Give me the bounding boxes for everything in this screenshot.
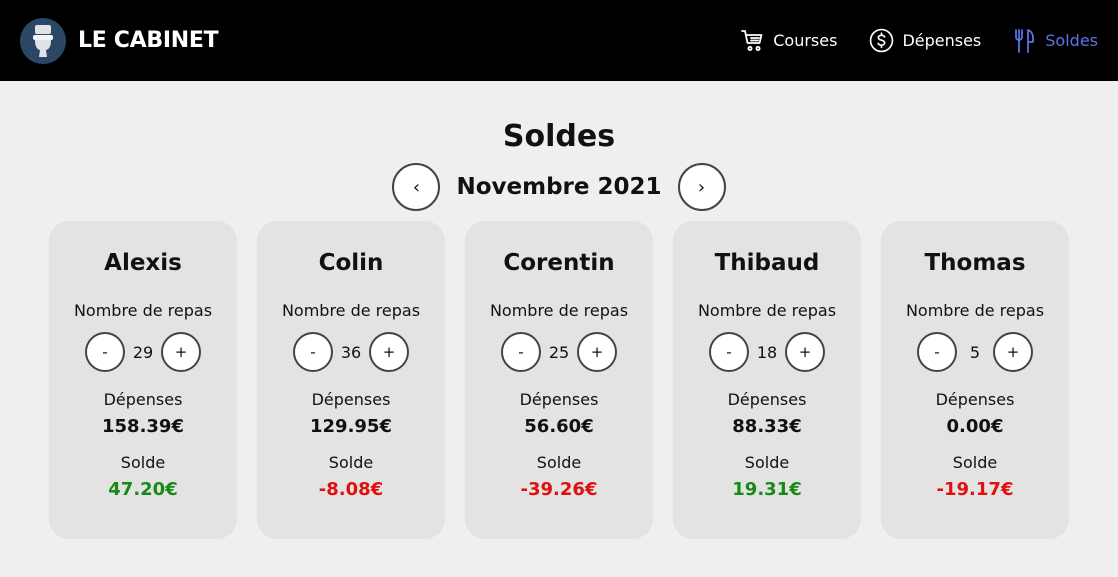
member-card: Corentin Nombre de repas - 25 + Dépenses… <box>465 221 653 539</box>
main-nav: Courses Dépenses Soldes <box>709 28 1098 54</box>
decrement-button[interactable]: - <box>917 332 957 372</box>
nav-depenses-label: Dépenses <box>902 31 982 50</box>
meals-count: 29 <box>132 342 154 362</box>
shopping-cart-icon <box>741 29 763 51</box>
month-label: Novembre 2021 <box>456 174 662 200</box>
meals-stepper: - 25 + <box>465 332 653 372</box>
expenses-label: Dépenses <box>727 390 807 409</box>
expenses-label: Dépenses <box>311 390 391 409</box>
member-name: Thibaud <box>714 250 820 276</box>
expenses-amount: 129.95€ <box>310 416 392 437</box>
expenses-label: Dépenses <box>935 390 1015 409</box>
chevron-left-icon: ‹ <box>412 176 421 198</box>
page-title: Soldes <box>502 119 616 154</box>
prev-month-button[interactable]: ‹ <box>392 163 441 211</box>
toilet-icon <box>20 17 66 64</box>
increment-button[interactable]: + <box>369 332 409 372</box>
balance-label: Solde <box>744 453 790 472</box>
main-content: Soldes ‹ Novembre 2021 › Alexis Nombre d… <box>0 119 1118 539</box>
decrement-button[interactable]: - <box>501 332 541 372</box>
meals-label: Nombre de repas <box>281 301 421 320</box>
nav-depenses[interactable]: Dépenses <box>869 28 981 53</box>
meals-count: 36 <box>340 342 362 362</box>
balance-label: Solde <box>328 453 374 472</box>
balance-amount: -8.08€ <box>318 479 384 500</box>
balance-label: Solde <box>120 453 166 472</box>
member-name: Colin <box>318 250 384 276</box>
increment-button[interactable]: + <box>785 332 825 372</box>
balance-amount: 19.31€ <box>732 479 802 500</box>
top-navbar: LE CABINET Courses Dépenses Soldes <box>0 0 1118 81</box>
nav-courses-label: Courses <box>773 31 838 50</box>
expenses-amount: 158.39€ <box>102 416 184 437</box>
meals-label: Nombre de repas <box>489 301 629 320</box>
increment-button[interactable]: + <box>577 332 617 372</box>
month-selector: ‹ Novembre 2021 › <box>0 163 1118 211</box>
app-title: LE CABINET <box>78 28 219 53</box>
member-card: Colin Nombre de repas - 36 + Dépenses 12… <box>257 221 445 539</box>
decrement-button[interactable]: - <box>85 332 125 372</box>
meals-stepper: - 18 + <box>673 332 861 372</box>
expenses-label: Dépenses <box>519 390 599 409</box>
meals-stepper: - 29 + <box>49 332 237 372</box>
expenses-label: Dépenses <box>103 390 183 409</box>
member-card: Thomas Nombre de repas - 5 + Dépenses 0.… <box>881 221 1069 539</box>
member-name: Thomas <box>924 250 1026 276</box>
member-name: Corentin <box>503 250 615 276</box>
expenses-amount: 0.00€ <box>946 416 1004 437</box>
member-card: Alexis Nombre de repas - 29 + Dépenses 1… <box>49 221 237 539</box>
meals-stepper: - 36 + <box>257 332 445 372</box>
meals-count: 5 <box>969 342 981 362</box>
fork-knife-icon <box>1015 28 1035 53</box>
meals-label: Nombre de repas <box>905 301 1045 320</box>
decrement-button[interactable]: - <box>709 332 749 372</box>
meals-count: 25 <box>548 342 570 362</box>
decrement-button[interactable]: - <box>293 332 333 372</box>
increment-button[interactable]: + <box>161 332 201 372</box>
chevron-right-icon: › <box>697 176 706 198</box>
meals-count: 18 <box>756 342 778 362</box>
meals-label: Nombre de repas <box>697 301 837 320</box>
increment-button[interactable]: + <box>993 332 1033 372</box>
expenses-amount: 88.33€ <box>732 416 802 437</box>
next-month-button[interactable]: › <box>677 163 726 211</box>
balance-amount: -39.26€ <box>520 479 598 500</box>
member-card: Thibaud Nombre de repas - 18 + Dépenses … <box>673 221 861 539</box>
nav-soldes[interactable]: Soldes <box>1013 28 1098 54</box>
nav-courses[interactable]: Courses <box>741 29 837 53</box>
balance-amount: 47.20€ <box>108 479 178 500</box>
balance-label: Solde <box>536 453 582 472</box>
meals-label: Nombre de repas <box>73 301 213 320</box>
member-name: Alexis <box>104 250 182 276</box>
balance-label: Solde <box>952 453 998 472</box>
brand[interactable]: LE CABINET <box>20 17 219 64</box>
dollar-circle-icon <box>870 28 894 53</box>
expenses-amount: 56.60€ <box>524 416 594 437</box>
member-cards: Alexis Nombre de repas - 29 + Dépenses 1… <box>0 221 1118 539</box>
balance-amount: -19.17€ <box>936 479 1014 500</box>
meals-stepper: - 5 + <box>881 332 1069 372</box>
nav-soldes-label: Soldes <box>1045 31 1098 50</box>
